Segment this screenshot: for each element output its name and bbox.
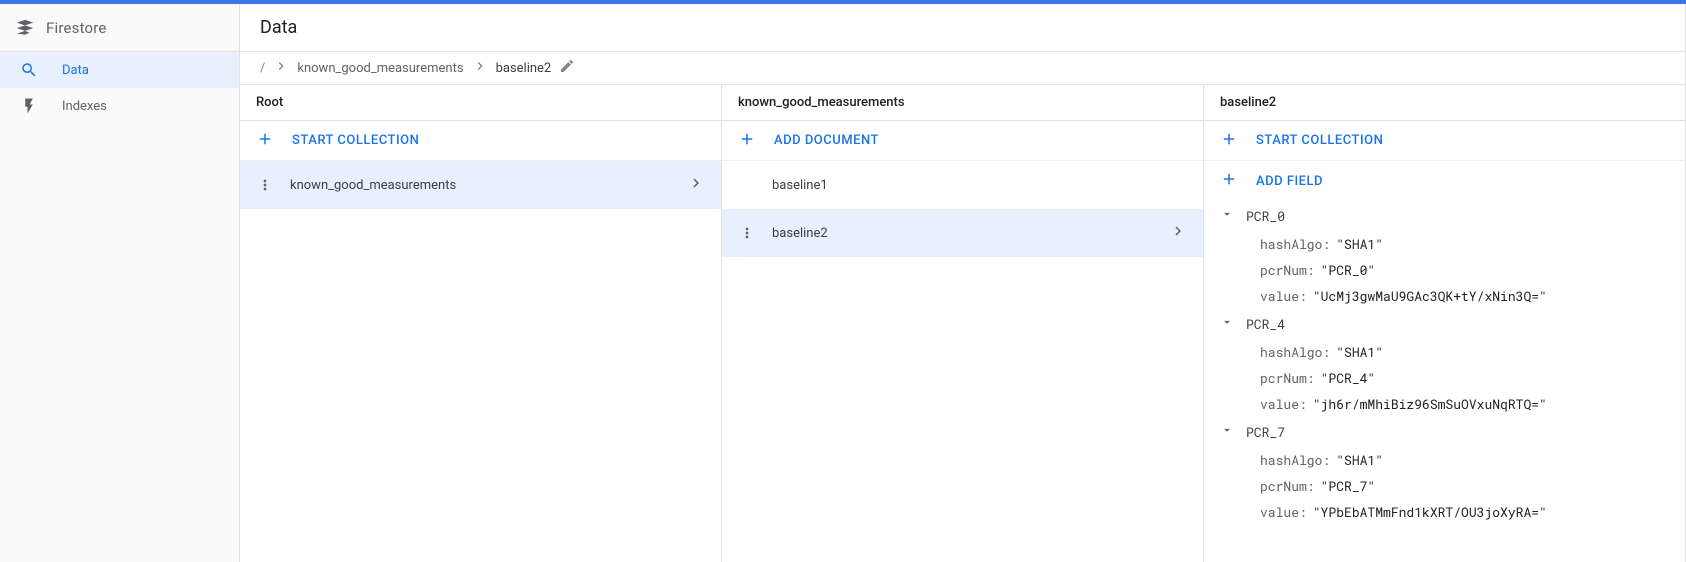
plus-icon [256, 130, 274, 152]
field-key: hashAlgo: [1260, 451, 1330, 469]
field-value: "SHA1" [1336, 235, 1383, 253]
edit-icon[interactable] [559, 58, 575, 78]
panel-document-header: baseline2 [1204, 85, 1685, 121]
field-value: "jh6r/mMhiBiz96SmSuOVxuNqRTQ=" [1313, 395, 1547, 413]
bolt-icon [20, 97, 38, 115]
field-key: hashAlgo: [1260, 235, 1330, 253]
field-key: value: [1260, 395, 1307, 413]
field-kv-row[interactable]: hashAlgo: "SHA1" [1204, 339, 1685, 365]
panel-root-list: known_good_measurements [240, 161, 721, 562]
sidebar-item-label: Indexes [62, 99, 107, 114]
panel-root-header: Root [240, 85, 721, 121]
field-key: pcrNum: [1260, 261, 1315, 279]
field-map-row[interactable]: PCR_7 [1204, 417, 1685, 447]
field-map-name: PCR_4 [1246, 315, 1285, 333]
field-map-name: PCR_7 [1246, 423, 1285, 441]
breadcrumb-segment-document[interactable]: baseline2 [496, 61, 552, 76]
field-value: "PCR_7" [1321, 477, 1376, 495]
breadcrumb: / known_good_measurements baseline2 [240, 52, 1685, 84]
field-key: value: [1260, 503, 1307, 521]
chevron-right-icon [687, 174, 705, 196]
plus-icon [1220, 130, 1238, 152]
field-kv-row[interactable]: value: "jh6r/mMhiBiz96SmSuOVxuNqRTQ=" [1204, 391, 1685, 417]
collection-row-label: known_good_measurements [290, 178, 456, 193]
sidebar-item-data[interactable]: Data [0, 52, 239, 88]
field-value: "PCR_4" [1321, 369, 1376, 387]
add-field-button[interactable]: ADD FIELD [1204, 161, 1685, 201]
action-label: ADD DOCUMENT [774, 133, 879, 148]
field-key: pcrNum: [1260, 369, 1315, 387]
firestore-logo-icon [14, 19, 32, 37]
add-document-button[interactable]: ADD DOCUMENT [722, 121, 1203, 161]
field-key: pcrNum: [1260, 477, 1315, 495]
field-kv-row[interactable]: value: "YPbEbATMmFnd1kXRT/OU3joXyRA=" [1204, 499, 1685, 525]
chevron-right-icon [472, 58, 488, 78]
field-map-row[interactable]: PCR_0 [1204, 201, 1685, 231]
expand-triangle-icon[interactable] [1220, 423, 1234, 441]
sidebar-item-label: Data [62, 63, 89, 78]
field-kv-row[interactable]: pcrNum: "PCR_0" [1204, 257, 1685, 283]
field-kv-row[interactable]: pcrNum: "PCR_7" [1204, 473, 1685, 499]
panel-collection: known_good_measurements ADD DOCUMENT bas… [722, 85, 1204, 562]
page-title: Data [260, 17, 297, 38]
main: Data / known_good_measurements baseline2… [240, 4, 1686, 562]
breadcrumb-segment-collection[interactable]: known_good_measurements [297, 61, 463, 76]
field-value: "SHA1" [1336, 343, 1383, 361]
brand-name: Firestore [46, 19, 107, 37]
document-row-label: baseline1 [772, 178, 828, 193]
plus-icon [1220, 170, 1238, 192]
action-label: START COLLECTION [292, 133, 419, 148]
field-value: "SHA1" [1336, 451, 1383, 469]
document-row[interactable]: baseline2 [722, 209, 1203, 257]
page-title-bar: Data [240, 4, 1685, 52]
plus-icon [738, 130, 756, 152]
sidebar-item-indexes[interactable]: Indexes [0, 88, 239, 124]
field-value: "PCR_0" [1321, 261, 1376, 279]
document-row-label: baseline2 [772, 226, 828, 241]
field-key: hashAlgo: [1260, 343, 1330, 361]
expand-triangle-icon[interactable] [1220, 207, 1234, 225]
more-vert-icon[interactable] [256, 177, 274, 193]
more-vert-icon[interactable] [738, 225, 756, 241]
panel-root: Root START COLLECTION known_good_measure… [240, 85, 722, 562]
chevron-right-icon [1169, 222, 1187, 244]
panels: Root START COLLECTION known_good_measure… [240, 84, 1685, 562]
action-label: START COLLECTION [1256, 133, 1383, 148]
field-kv-row[interactable]: hashAlgo: "SHA1" [1204, 231, 1685, 257]
field-kv-row[interactable]: value: "UcMj3gwMaU9GAc3QK+tY/xNin3Q=" [1204, 283, 1685, 309]
field-key: value: [1260, 287, 1307, 305]
field-value: "UcMj3gwMaU9GAc3QK+tY/xNin3Q=" [1313, 287, 1547, 305]
action-label: ADD FIELD [1256, 174, 1323, 189]
panel-document: baseline2 START COLLECTION ADD FIELD PCR… [1204, 85, 1685, 562]
expand-triangle-icon[interactable] [1220, 315, 1234, 333]
field-value: "YPbEbATMmFnd1kXRT/OU3joXyRA=" [1313, 503, 1547, 521]
breadcrumb-root-slash[interactable]: / [260, 61, 265, 76]
field-map-row[interactable]: PCR_4 [1204, 309, 1685, 339]
field-kv-row[interactable]: pcrNum: "PCR_4" [1204, 365, 1685, 391]
document-row[interactable]: baseline1 [722, 161, 1203, 209]
brand-bar: Firestore [0, 4, 239, 52]
field-map-name: PCR_0 [1246, 207, 1285, 225]
collection-row[interactable]: known_good_measurements [240, 161, 721, 209]
sidebar: Firestore Data Indexes [0, 4, 240, 562]
panel-collection-list: baseline1 baseline2 [722, 161, 1203, 562]
doc-start-collection-button[interactable]: START COLLECTION [1204, 121, 1685, 161]
start-collection-button[interactable]: START COLLECTION [240, 121, 721, 161]
search-icon [20, 61, 38, 79]
chevron-right-icon [273, 58, 289, 78]
panel-collection-header: known_good_measurements [722, 85, 1203, 121]
panel-document-fields: PCR_0hashAlgo: "SHA1"pcrNum: "PCR_0"valu… [1204, 201, 1685, 562]
field-kv-row[interactable]: hashAlgo: "SHA1" [1204, 447, 1685, 473]
